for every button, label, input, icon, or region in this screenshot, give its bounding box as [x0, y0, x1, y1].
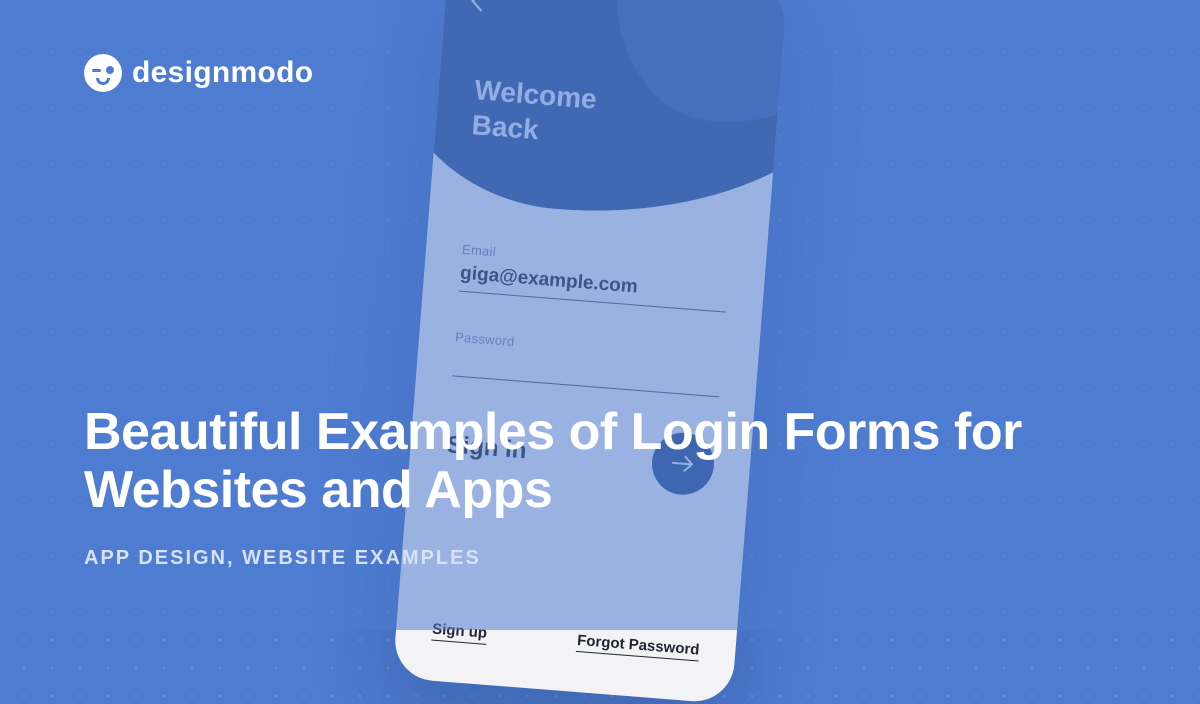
- welcome-heading: Welcome Back: [471, 72, 599, 151]
- forgot-password-link[interactable]: Forgot Password: [576, 632, 700, 662]
- signup-link[interactable]: Sign up: [431, 621, 487, 645]
- password-field-group: Password: [452, 329, 723, 397]
- back-icon[interactable]: [468, 0, 484, 19]
- brand-name: designmodo: [132, 56, 313, 90]
- login-form-mockup: Welcome Back Email giga@example.com Pass…: [392, 0, 787, 704]
- email-field-group: Email giga@example.com: [459, 242, 730, 313]
- category-tags: APP DESIGN, WEBSITE EXAMPLES: [84, 547, 1116, 570]
- page-title: Beautiful Examples of Login Forms for We…: [84, 403, 1116, 519]
- designmodo-logo-icon: [84, 54, 122, 92]
- brand-logo: designmodo: [84, 54, 313, 92]
